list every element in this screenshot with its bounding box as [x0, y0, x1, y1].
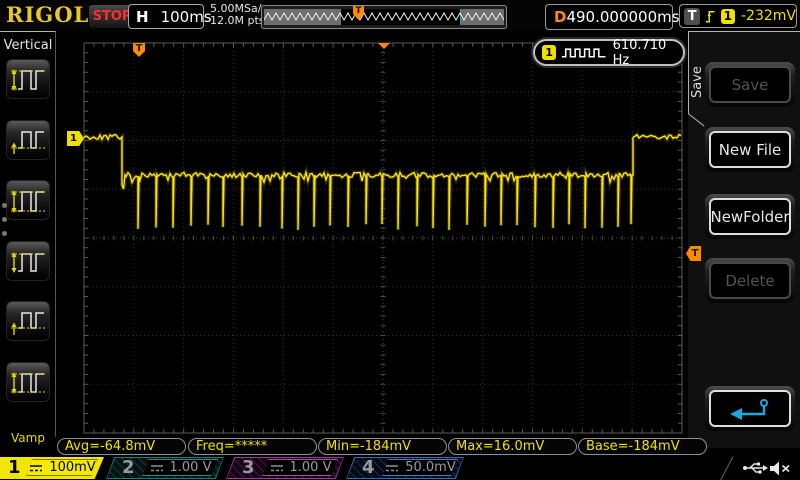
trigger-label: T [684, 8, 700, 25]
acquisition-info: 5.00MSa/s 12.0M pts [210, 3, 267, 27]
sidebar-item-vtop[interactable] [6, 241, 50, 281]
menu-left-border [688, 32, 689, 114]
delay-box: D 490.000000ms [545, 4, 673, 30]
dc-coupling-icon [28, 463, 44, 473]
sidebar-item-vmax[interactable] [6, 59, 50, 99]
channel2-scale: 1.00 V [170, 460, 212, 475]
menu-button-save-label: Save [709, 66, 791, 103]
page-indicator-dot [2, 203, 7, 208]
memory-waveform-preview[interactable]: T [261, 5, 507, 29]
measurement-max: Max=16.0mV [448, 438, 577, 455]
vtop-icon [8, 245, 48, 277]
channel4-scale: 50.0mV [405, 460, 456, 475]
sidebar-item-vmin[interactable] [6, 120, 50, 160]
trigger-level-value: -232mV [741, 8, 796, 24]
sidebar-item-vbase[interactable] [6, 301, 50, 341]
menu-tab-title: Save [690, 50, 704, 114]
delay-label: D [554, 8, 566, 26]
channel2-number: 2 [122, 457, 135, 479]
pulse-train-icon [561, 45, 606, 60]
menu-button-new-folder[interactable]: NewFolder [705, 194, 795, 239]
channel3-number: 3 [242, 457, 255, 479]
sidebar-item-vamp-label: Vamp [0, 431, 56, 445]
menu-button-new-file-label: New File [709, 131, 791, 168]
record-center-marker-icon [378, 43, 390, 49]
preview-zigzag-icon [264, 9, 504, 25]
horizontal-label: H [136, 8, 149, 26]
sidebar-title: Vertical [0, 38, 56, 53]
sidebar-item-vamp[interactable] [6, 362, 50, 402]
vamp-icon [8, 366, 48, 398]
measurement-freq: Freq=***** [188, 438, 317, 455]
horizontal-timebase-box: H 100ms [128, 4, 204, 29]
channel4-chip[interactable]: 4 50.0mV [346, 457, 464, 479]
page-indicator-dot [2, 231, 7, 236]
menu-button-new-file[interactable]: New File [705, 127, 795, 172]
edge-trigger-icon [704, 8, 716, 25]
timebase-value: 100ms [161, 8, 212, 26]
vertical-measure-sidebar: Vertical Vmax Vmin [0, 31, 56, 437]
measurement-avg: Avg=-64.8mV [57, 438, 186, 455]
usb-icon [742, 460, 768, 476]
rigol-logo: RIGOL [6, 2, 89, 27]
menu-button-delete[interactable]: Delete [705, 258, 795, 303]
freq-counter-channel-badge: 1 [542, 45, 556, 60]
return-arrow-icon [727, 397, 773, 421]
top-status-bar: RIGOL STOP H 100ms 5.00MSa/s 12.0M pts T… [0, 0, 800, 31]
preview-strip [264, 9, 504, 25]
vmin-icon [8, 124, 48, 156]
channel4-number: 4 [362, 457, 375, 479]
channel1-scale: 100mV [49, 460, 95, 475]
save-menu-panel: Save Save New File NewFolder Delete [688, 31, 800, 448]
grid-and-trace [57, 31, 688, 437]
menu-tab-diagonal [686, 112, 704, 126]
sidebar-item-vpp[interactable] [6, 180, 50, 220]
freq-counter-value: 610.710 Hz [613, 38, 683, 68]
frequency-counter: 1 610.710 Hz [533, 39, 685, 66]
delay-value: 490.000000ms [566, 8, 679, 26]
trigger-info-box: T 1 -232mV [679, 4, 797, 28]
vpp-icon [8, 184, 48, 216]
menu-button-back[interactable] [705, 386, 795, 431]
dc-coupling-icon [149, 463, 165, 473]
waveform-display-area: T 1 T 1 610.710 Hz [57, 31, 688, 437]
channel1-number: 1 [8, 457, 21, 479]
memory-depth: 12.0M pts [210, 15, 267, 27]
channel1-chip[interactable]: 1 100mV [0, 457, 104, 479]
trigger-source-badge: 1 [721, 9, 735, 24]
page-indicator-dot [2, 217, 7, 222]
channel3-chip[interactable]: 3 1.00 V [226, 457, 344, 479]
channel2-chip[interactable]: 2 1.00 V [106, 457, 224, 479]
speaker-muted-icon [768, 460, 792, 477]
menu-button-new-folder-label: NewFolder [709, 198, 791, 235]
measurement-min: Min=-184mV [318, 438, 447, 455]
vbase-icon [8, 305, 48, 337]
channel-status-bar: 1 100mV 2 [0, 456, 800, 480]
vmax-icon [8, 63, 48, 95]
oscilloscope-screen: RIGOL STOP H 100ms 5.00MSa/s 12.0M pts T… [0, 0, 800, 480]
menu-button-delete-label: Delete [709, 262, 791, 299]
menu-button-save[interactable]: Save [705, 62, 795, 107]
channel3-scale: 1.00 V [290, 460, 332, 475]
dc-coupling-icon [269, 463, 285, 473]
measurement-base: Base=-184mV [578, 438, 707, 455]
